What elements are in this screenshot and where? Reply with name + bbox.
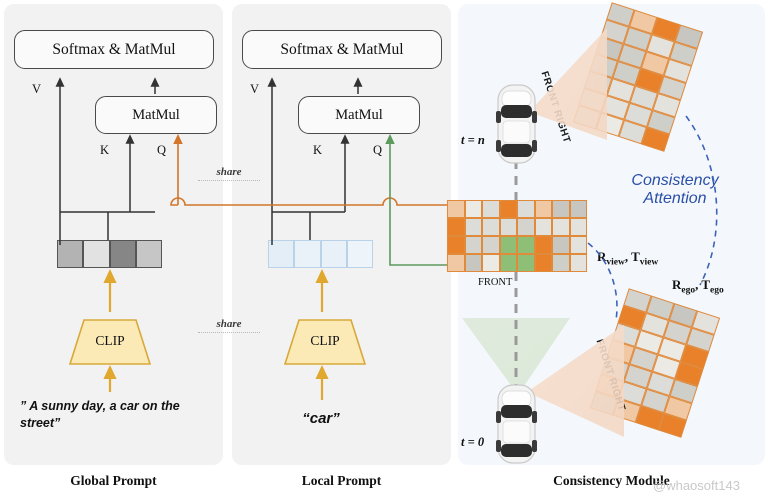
camera-cones: [462, 28, 624, 437]
consistency-attention-arcs: [587, 115, 718, 321]
car-icon-top: [496, 84, 537, 164]
shared-q-orange-path: [170, 133, 447, 206]
diagram-overlay: [55, 28, 718, 464]
car-icon-bottom: [496, 384, 537, 464]
figure-root: Softmax & MatMul MatMul V K Q CLIP ” A s…: [0, 0, 769, 500]
local-prompt-wiring: [267, 77, 363, 400]
global-prompt-wiring: [55, 77, 160, 392]
shared-q-green-path: [385, 133, 447, 266]
